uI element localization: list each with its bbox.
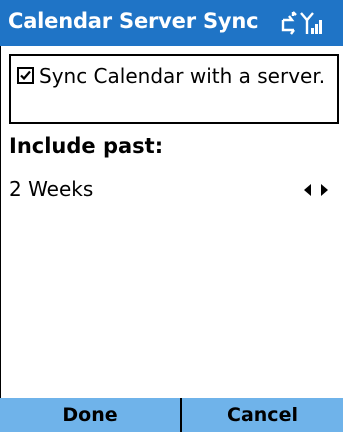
arrow-right-icon[interactable] [320,182,330,198]
include-past-value: 2 Weeks [9,177,94,201]
cancel-button[interactable]: Cancel [182,398,343,432]
done-button[interactable]: Done [0,398,180,432]
softkey-bar: Done Cancel [0,398,343,432]
include-past-picker[interactable]: 2 Weeks [0,174,343,206]
status-icons [280,8,340,38]
sync-calendar-checkbox[interactable] [17,67,34,84]
include-past-label: Include past: [9,134,164,158]
window-title: Calendar Server Sync [8,9,259,33]
sync-calendar-checkbox-row[interactable]: Sync Calendar with a server. [9,54,339,124]
sync-calendar-label: Sync Calendar with a server. [39,64,326,88]
title-bar: Calendar Server Sync [0,0,343,46]
window-border [0,46,1,398]
sync-icon [281,11,297,35]
arrow-left-icon[interactable] [302,182,312,198]
signal-strength-icon [281,11,322,35]
checkmark-icon [20,70,31,81]
